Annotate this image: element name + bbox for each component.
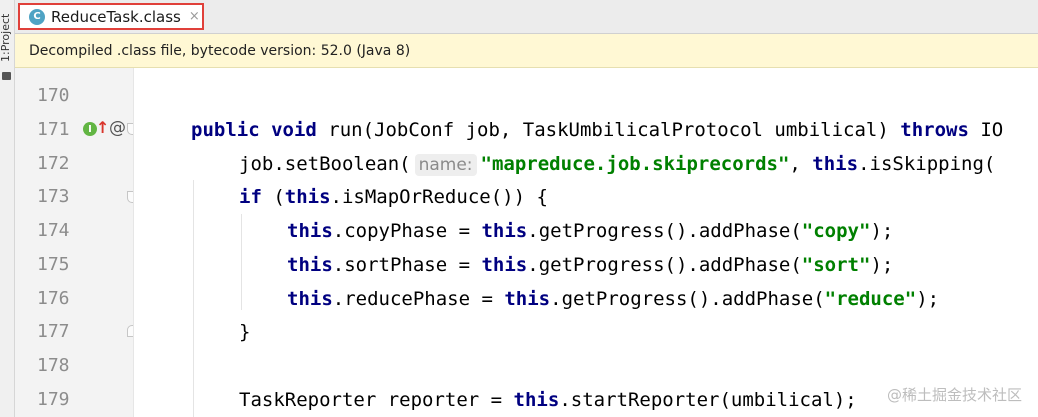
code-text: .isMapOrReduce()) { xyxy=(330,186,548,208)
code-text: ); xyxy=(870,254,894,276)
code-editor[interactable]: public void run(JobConf job, TaskUmbilic… xyxy=(134,68,1038,417)
code-text: .copyPhase = xyxy=(332,220,482,242)
code-text: run(JobConf job, TaskUmbilicalProtocol u… xyxy=(316,119,901,141)
line-number: 174 xyxy=(37,220,70,241)
string-literal: "copy" xyxy=(801,220,871,242)
editor-gutter[interactable]: 170 171 172 173 174 175 176 177 178 179 … xyxy=(15,68,138,417)
code-line-174: this.copyPhase = this.getProgress().addP… xyxy=(287,219,893,243)
line-number: 170 xyxy=(37,85,70,106)
code-text: } xyxy=(239,321,251,343)
code-text: .reducePhase = xyxy=(332,288,505,310)
line-number: 171 xyxy=(37,119,70,140)
watermark: @稀土掘金技术社区 xyxy=(886,386,1022,404)
keyword: throws xyxy=(900,119,969,141)
keyword: this xyxy=(481,220,528,242)
code-text: .getProgress().addPhase( xyxy=(550,288,825,310)
parameter-hint: name: xyxy=(414,154,477,176)
code-text: TaskReporter reporter = xyxy=(239,389,514,411)
code-line-179: TaskReporter reporter = this.startReport… xyxy=(239,388,857,412)
line-number: 176 xyxy=(37,288,70,309)
decompiled-notice-banner: Decompiled .class file, bytecode version… xyxy=(15,34,1038,68)
string-literal: "reduce" xyxy=(824,288,917,310)
code-line-177: } xyxy=(239,320,250,344)
string-literal: "sort" xyxy=(801,254,871,276)
banner-text: Decompiled .class file, bytecode version… xyxy=(29,42,411,59)
keyword: this xyxy=(287,288,333,310)
keyword: this xyxy=(287,220,333,242)
line-number: 179 xyxy=(37,389,70,410)
line-number: 175 xyxy=(37,254,70,275)
indent-guide xyxy=(241,214,242,310)
code-text: IO xyxy=(968,119,1004,141)
code-text: .getProgress().addPhase( xyxy=(527,220,802,242)
left-tool-strip: 1:Project xyxy=(0,0,15,417)
line-number: 173 xyxy=(37,186,70,207)
project-tool-button[interactable]: 1:Project xyxy=(0,10,13,66)
keyword: void xyxy=(271,119,317,141)
code-text: ( xyxy=(261,186,285,208)
folder-icon[interactable] xyxy=(2,72,11,80)
code-line-173: if (this.isMapOrReduce()) { xyxy=(239,185,548,209)
editor-tab-bar: C ReduceTask.class × xyxy=(15,0,1038,34)
code-text: ); xyxy=(916,288,940,310)
code-text: , xyxy=(789,153,813,175)
code-text: .getProgress().addPhase( xyxy=(527,254,802,276)
code-text: ); xyxy=(870,220,894,242)
annotation-icon[interactable]: @ xyxy=(109,119,126,137)
keyword: this xyxy=(481,254,528,276)
line-number: 178 xyxy=(37,355,70,376)
code-line-176: this.reducePhase = this.getProgress().ad… xyxy=(287,287,939,311)
tab-title: ReduceTask.class xyxy=(51,7,181,26)
line-number: 172 xyxy=(37,153,70,174)
code-line-175: this.sortPhase = this.getProgress().addP… xyxy=(287,253,893,277)
code-line-172: job.setBoolean(name: "mapreduce.job.skipr… xyxy=(239,152,995,176)
close-icon[interactable]: × xyxy=(189,9,200,24)
keyword: this xyxy=(287,254,333,276)
arrow-up-icon[interactable]: ↑ xyxy=(96,120,109,136)
implements-method-icon[interactable]: I xyxy=(83,122,97,136)
class-file-icon: C xyxy=(29,8,45,25)
code-text: .startReporter(umbilical); xyxy=(559,389,857,411)
keyword: this xyxy=(812,153,859,175)
indent-guide xyxy=(193,180,194,417)
code-line-171: public void run(JobConf job, TaskUmbilic… xyxy=(191,118,1003,142)
keyword: this xyxy=(513,389,560,411)
code-text: .sortPhase = xyxy=(332,254,482,276)
line-number: 177 xyxy=(37,321,70,342)
code-text: .isSkipping( xyxy=(858,153,996,175)
code-text: job.setBoolean( xyxy=(239,153,411,175)
keyword: public xyxy=(191,119,260,141)
keyword: this xyxy=(284,186,331,208)
string-literal: "mapreduce.job.skiprecords" xyxy=(480,153,790,175)
keyword: this xyxy=(504,288,551,310)
keyword: if xyxy=(239,186,262,208)
tab-reducetask-class[interactable]: C ReduceTask.class × xyxy=(18,3,204,30)
